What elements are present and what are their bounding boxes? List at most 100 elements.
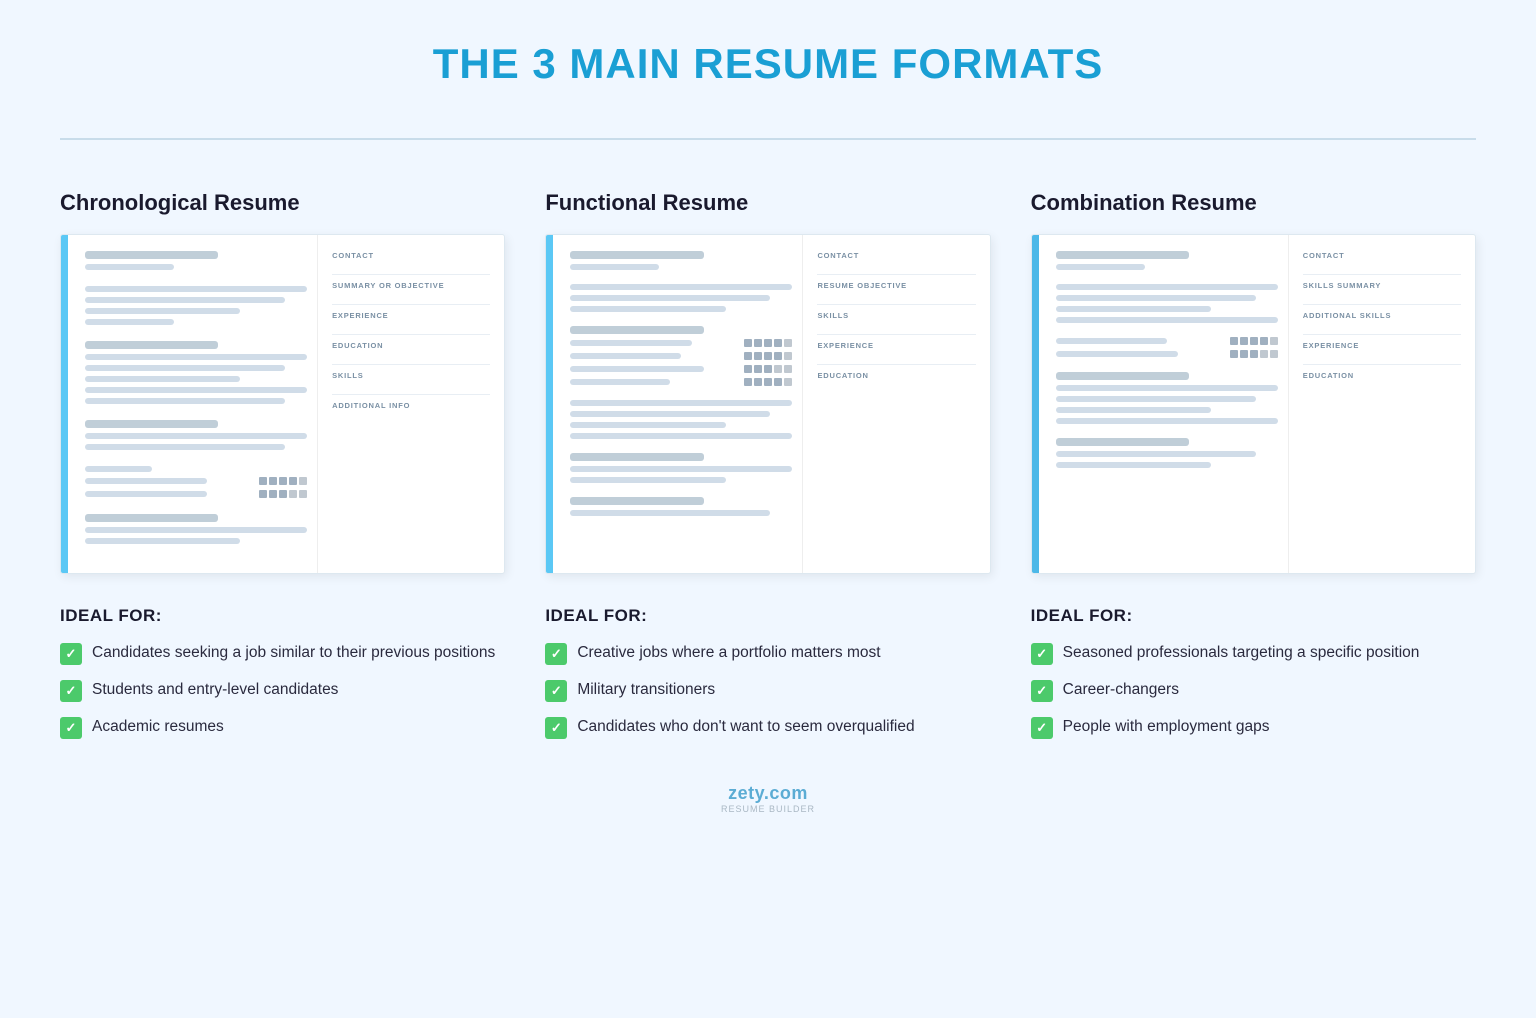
ideal-item: Students and entry-level candidates [60, 679, 505, 702]
skeleton-line [570, 251, 703, 259]
ideal-title-functional: IDEAL FOR: [545, 606, 990, 626]
resume-right-functional: CONTACT RESUME OBJECTIVE SKILLS EXPERIEN… [803, 235, 989, 573]
ideal-text: Academic resumes [92, 716, 224, 738]
section-label: EDUCATION [332, 334, 490, 350]
ideal-text: Candidates who don't want to seem overqu… [577, 716, 914, 738]
ideal-item: Candidates seeking a job similar to thei… [60, 642, 505, 665]
skeleton-line [85, 376, 240, 382]
accent-bar-chronological [61, 235, 68, 573]
main-columns: Chronological Resume [60, 190, 1476, 753]
section-label: CONTACT [817, 251, 975, 260]
skeleton-line [1056, 438, 1189, 446]
skeleton-line [1056, 284, 1278, 290]
ideal-text: Candidates seeking a job similar to thei… [92, 642, 495, 664]
resume-left-chronological [61, 235, 318, 573]
skeleton-line [1056, 462, 1211, 468]
section-label: EXPERIENCE [332, 304, 490, 320]
skeleton-line [570, 466, 792, 472]
skeleton-line [85, 478, 207, 484]
skeleton-line [1056, 264, 1145, 270]
skeleton-line [570, 264, 659, 270]
skeleton-line [85, 365, 285, 371]
resume-right-combination: CONTACT SKILLS SUMMARY ADDITIONAL SKILLS… [1289, 235, 1475, 573]
skeleton-line [1056, 385, 1278, 391]
ideal-item: Academic resumes [60, 716, 505, 739]
skeleton-line [1056, 338, 1167, 344]
skeleton-line [85, 466, 152, 472]
skeleton-line [570, 433, 792, 439]
section-label: EDUCATION [1303, 364, 1461, 380]
skeleton-line [85, 251, 218, 259]
check-icon [545, 717, 567, 739]
resume-left-combination [1032, 235, 1289, 573]
section-label: ADDITIONAL INFO [332, 394, 490, 410]
section-label: ADDITIONAL SKILLS [1303, 304, 1461, 320]
skeleton-line [85, 387, 307, 393]
section-label: SKILLS SUMMARY [1303, 274, 1461, 290]
section-label: CONTACT [1303, 251, 1461, 260]
skeleton-line [85, 491, 207, 497]
skeleton-line [85, 538, 240, 544]
ideal-text: People with employment gaps [1063, 716, 1270, 738]
skeleton-line [570, 497, 703, 505]
section-label: CONTACT [332, 251, 490, 260]
column-title-functional: Functional Resume [545, 190, 990, 216]
check-icon [60, 643, 82, 665]
skeleton-line [570, 510, 770, 516]
skeleton-line [85, 264, 174, 270]
check-icon [545, 643, 567, 665]
column-functional: Functional Resume [545, 190, 990, 753]
section-label: EXPERIENCE [817, 334, 975, 350]
ideal-item: Military transitioners [545, 679, 990, 702]
header-divider [60, 138, 1476, 140]
skeleton-line [1056, 251, 1189, 259]
skeleton-line [1056, 407, 1211, 413]
skeleton-line [85, 527, 307, 533]
check-icon [1031, 643, 1053, 665]
column-title-chronological: Chronological Resume [60, 190, 505, 216]
skeleton-line [570, 477, 725, 483]
skeleton-line [85, 319, 174, 325]
ideal-section-combination: IDEAL FOR: Seasoned professionals target… [1031, 606, 1476, 753]
skeleton-line [570, 353, 681, 359]
skeleton-line [570, 284, 792, 290]
skeleton-line [1056, 306, 1211, 312]
ideal-item: Seasoned professionals targeting a speci… [1031, 642, 1476, 665]
column-chronological: Chronological Resume [60, 190, 505, 753]
skeleton-line [85, 444, 285, 450]
resume-right-chronological: CONTACT SUMMARY OR OBJECTIVE EXPERIENCE … [318, 235, 504, 573]
skeleton-line [85, 420, 218, 428]
skeleton-line [85, 398, 285, 404]
column-combination: Combination Resume [1031, 190, 1476, 753]
ideal-text: Students and entry-level candidates [92, 679, 338, 701]
skeleton-line [1056, 418, 1278, 424]
check-icon [60, 680, 82, 702]
accent-bar-functional [546, 235, 553, 573]
resume-preview-functional: CONTACT RESUME OBJECTIVE SKILLS EXPERIEN… [545, 234, 990, 574]
skeleton-line [570, 366, 703, 372]
resume-preview-combination: CONTACT SKILLS SUMMARY ADDITIONAL SKILLS… [1031, 234, 1476, 574]
footer: zety.com RESUME BUILDER [721, 783, 815, 814]
ideal-section-functional: IDEAL FOR: Creative jobs where a portfol… [545, 606, 990, 753]
footer-tagline: RESUME BUILDER [721, 804, 815, 814]
ideal-text: Creative jobs where a portfolio matters … [577, 642, 880, 664]
ideal-title-chronological: IDEAL FOR: [60, 606, 505, 626]
skeleton-line [570, 422, 725, 428]
section-label: SKILLS [817, 304, 975, 320]
skeleton-line [570, 411, 770, 417]
skeleton-line [1056, 295, 1256, 301]
skeleton-line [1056, 351, 1178, 357]
ideal-item: Creative jobs where a portfolio matters … [545, 642, 990, 665]
skeleton-line [1056, 372, 1189, 380]
section-label: RESUME OBJECTIVE [817, 274, 975, 290]
skeleton-line [570, 295, 770, 301]
skeleton-line [1056, 396, 1256, 402]
check-icon [545, 680, 567, 702]
ideal-title-combination: IDEAL FOR: [1031, 606, 1476, 626]
accent-bar-combination [1032, 235, 1039, 573]
ideal-item: Career-changers [1031, 679, 1476, 702]
check-icon [1031, 717, 1053, 739]
section-label: EDUCATION [817, 364, 975, 380]
skeleton-line [85, 514, 218, 522]
section-label: SUMMARY OR OBJECTIVE [332, 274, 490, 290]
